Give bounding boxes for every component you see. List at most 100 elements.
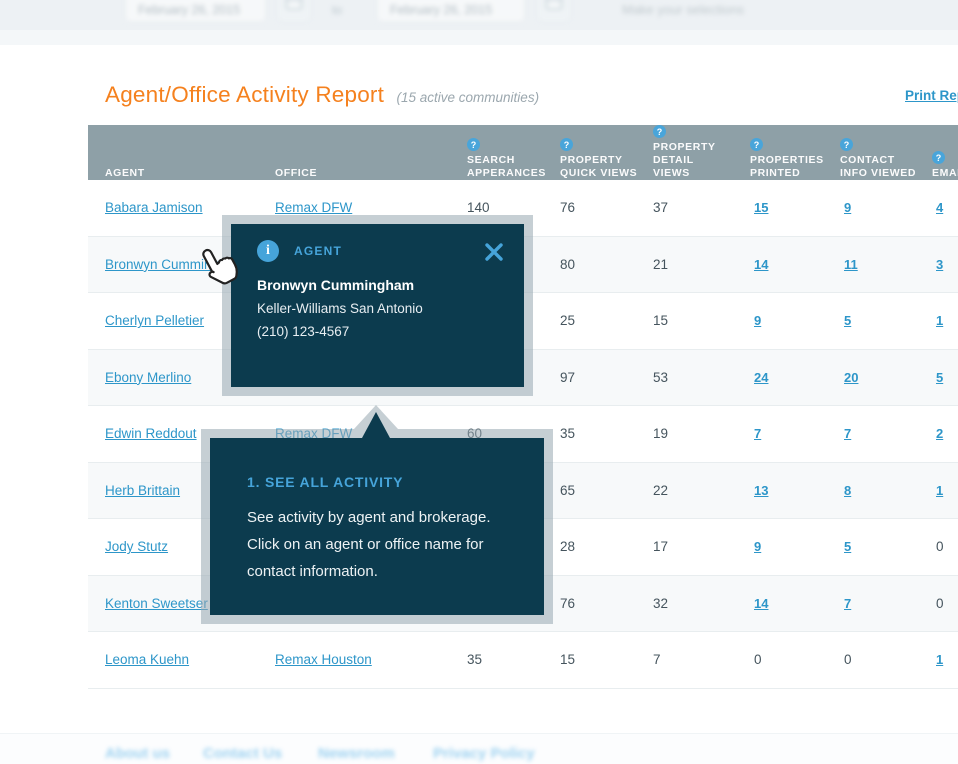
emails-sent-cell-link[interactable]: 2: [936, 426, 943, 441]
help-icon[interactable]: ?: [932, 151, 945, 164]
properties-printed-cell-link[interactable]: 14: [754, 257, 768, 272]
agent-link[interactable]: Edwin Reddout: [105, 426, 197, 441]
cell-value: 97: [560, 370, 575, 385]
cell-value: 28: [560, 539, 575, 554]
properties-printed-cell-link[interactable]: 15: [754, 200, 768, 215]
column-header: ?EMAILS SENT: [932, 125, 958, 188]
footer-link-about-us[interactable]: About us: [105, 745, 170, 762]
footer-link-newsroom[interactable]: Newsroom: [318, 745, 395, 762]
emails-sent-cell: 0: [932, 596, 958, 611]
top-bar-controls: February 26, 2015 to February 26, 2015: [0, 0, 958, 48]
cell-value: 22: [653, 483, 668, 498]
column-header-label: PROPERTY DETAIL VIEWS: [653, 141, 733, 180]
selections-dropdown[interactable]: Make your selections: [622, 2, 744, 17]
agent-link[interactable]: Jody Stutz: [105, 539, 168, 554]
contact-viewed-cell-link[interactable]: 5: [844, 539, 851, 554]
contact-viewed-cell-link[interactable]: 5: [844, 313, 851, 328]
walkthrough-tooltip-panel: 1. SEE ALL ACTIVITY See activity by agen…: [210, 438, 544, 615]
office-cell: Remax Houston: [275, 652, 467, 667]
agent-tooltip-panel: i AGENT Bronwyn Cummingham Keller-Willia…: [231, 224, 524, 387]
agent-link[interactable]: Herb Brittain: [105, 483, 180, 498]
contact-viewed-cell: 11: [840, 257, 932, 272]
contact-viewed-cell-link[interactable]: 11: [844, 257, 858, 272]
quick-views-cell: 65: [560, 483, 653, 498]
agent-link[interactable]: Cherlyn Pelletier: [105, 313, 204, 328]
emails-sent-cell-link[interactable]: 1: [936, 652, 943, 667]
office-link[interactable]: Remax DFW: [275, 200, 352, 215]
contact-viewed-cell: 7: [840, 426, 932, 441]
cell-value: 21: [653, 257, 668, 272]
emails-sent-cell-link[interactable]: 3: [936, 257, 943, 272]
quick-views-cell: 35: [560, 426, 653, 441]
emails-sent-cell-link[interactable]: 5: [936, 370, 943, 385]
cell-value: 25: [560, 313, 575, 328]
properties-printed-cell: 24: [750, 370, 840, 385]
cell-value: 15: [560, 652, 575, 667]
quick-views-cell: 80: [560, 257, 653, 272]
cell-value: 32: [653, 596, 668, 611]
active-communities-label: (15 active communities): [397, 90, 540, 105]
help-icon[interactable]: ?: [750, 138, 763, 151]
contact-viewed-cell-link[interactable]: 7: [844, 596, 851, 611]
properties-printed-cell-link[interactable]: 14: [754, 596, 768, 611]
cell-value: 7: [653, 652, 661, 667]
column-header-label: OFFICE: [275, 167, 317, 180]
footer-link-privacy-policy[interactable]: Privacy Policy: [433, 745, 535, 762]
agent-cell: Leoma Kuehn: [88, 652, 275, 667]
contact-viewed-cell: 20: [840, 370, 932, 385]
cell-value: 37: [653, 200, 668, 215]
emails-sent-cell-link[interactable]: 4: [936, 200, 943, 215]
walkthrough-step-body: See activity by agent and brokerage. Cli…: [247, 504, 520, 585]
calendar-to-button[interactable]: [537, 0, 571, 22]
cell-value: 65: [560, 483, 575, 498]
detail-views-cell: 37: [653, 200, 750, 215]
calendar-from-button[interactable]: [277, 0, 311, 22]
properties-printed-cell: 7: [750, 426, 840, 441]
contact-viewed-cell-link[interactable]: 9: [844, 200, 851, 215]
emails-sent-cell-link[interactable]: 1: [936, 313, 943, 328]
date-from-input[interactable]: February 26, 2015: [125, 0, 266, 22]
help-icon[interactable]: ?: [467, 138, 480, 151]
date-to-input[interactable]: February 26, 2015: [377, 0, 525, 22]
properties-printed-cell-link[interactable]: 9: [754, 539, 761, 554]
agent-link[interactable]: Babara Jamison: [105, 200, 203, 215]
cell-value: 35: [467, 652, 482, 667]
emails-sent-cell: 1: [932, 652, 958, 667]
contact-viewed-cell-link[interactable]: 7: [844, 426, 851, 441]
quick-views-cell: 25: [560, 313, 653, 328]
help-icon[interactable]: ?: [653, 125, 666, 138]
cell-value: 0: [844, 652, 852, 667]
close-icon[interactable]: [484, 242, 504, 267]
cell-value: 0: [754, 652, 762, 667]
cell-value: 17: [653, 539, 668, 554]
help-icon[interactable]: ?: [840, 138, 853, 151]
cell-value: 15: [653, 313, 668, 328]
print-report-link[interactable]: Print Report: [905, 88, 958, 103]
office-link[interactable]: Remax Houston: [275, 652, 372, 667]
properties-printed-cell-link[interactable]: 24: [754, 370, 768, 385]
properties-printed-cell-link[interactable]: 9: [754, 313, 761, 328]
agent-tooltip: i AGENT Bronwyn Cummingham Keller-Willia…: [222, 215, 533, 396]
properties-printed-cell: 15: [750, 200, 840, 215]
contact-viewed-cell: 5: [840, 539, 932, 554]
properties-printed-cell-link[interactable]: 7: [754, 426, 761, 441]
help-icon[interactable]: ?: [560, 138, 573, 151]
emails-sent-cell-link[interactable]: 1: [936, 483, 943, 498]
properties-printed-cell-link[interactable]: 13: [754, 483, 768, 498]
contact-viewed-cell-link[interactable]: 8: [844, 483, 851, 498]
column-header: ? PROPERTY QUICK VIEWS: [560, 125, 653, 188]
properties-printed-cell: 13: [750, 483, 840, 498]
contact-viewed-cell: 9: [840, 200, 932, 215]
agent-link[interactable]: Kenton Sweetser: [105, 596, 208, 611]
column-header-label: PROPERTIES PRINTED: [750, 154, 830, 180]
calendar-icon: [544, 0, 564, 17]
detail-views-cell: 32: [653, 596, 750, 611]
agent-link[interactable]: Ebony Merlino: [105, 370, 191, 385]
agent-link[interactable]: Leoma Kuehn: [105, 652, 189, 667]
emails-sent-cell: 0: [932, 539, 958, 554]
contact-viewed-cell-link[interactable]: 20: [844, 370, 858, 385]
report-header: Agent/Office Activity Report (15 active …: [105, 82, 539, 108]
footer-link-contact-us[interactable]: Contact Us: [203, 745, 282, 762]
calendar-icon: [284, 0, 304, 17]
column-header-label: PROPERTY QUICK VIEWS: [560, 154, 640, 180]
